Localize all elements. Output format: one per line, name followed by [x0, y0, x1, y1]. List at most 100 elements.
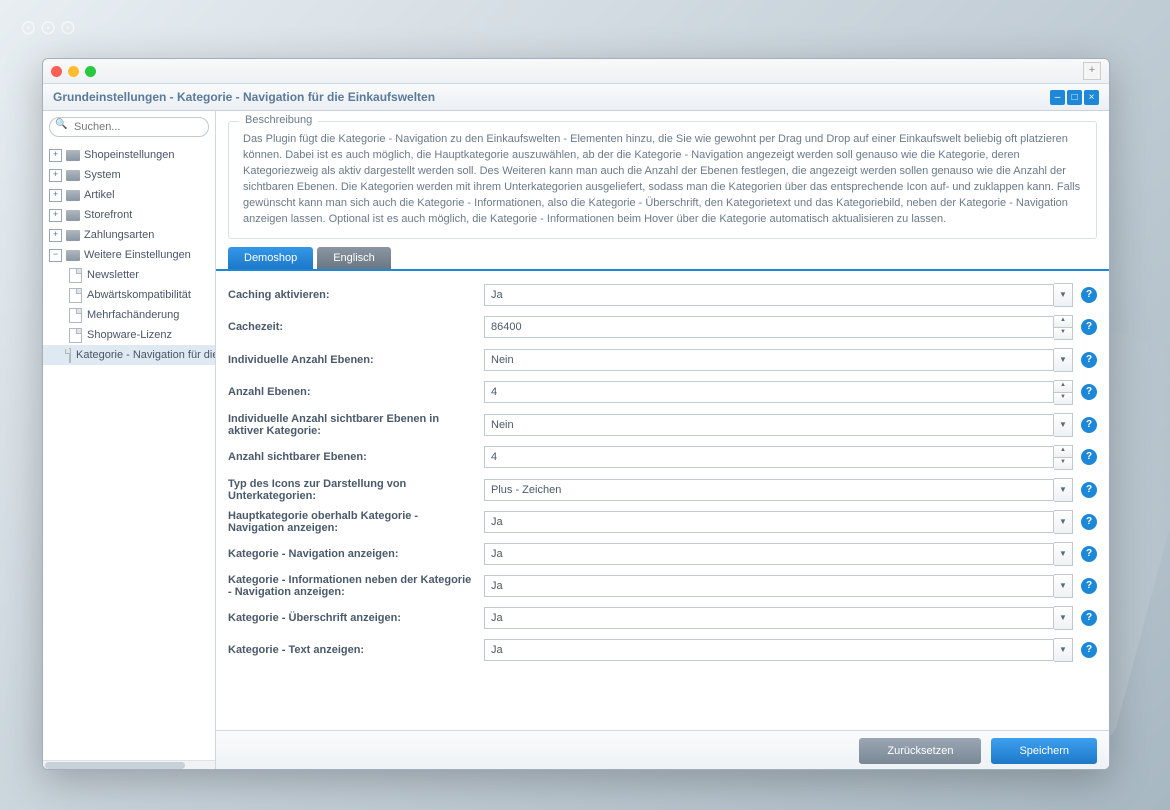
titlebar: +	[43, 59, 1109, 84]
window-title: Grundeinstellungen - Kategorie - Navigat…	[53, 90, 435, 104]
dropdown-trigger-icon[interactable]: ▼	[1054, 510, 1073, 534]
spinner-up-icon[interactable]: ▲	[1054, 445, 1073, 458]
folder-icon	[66, 250, 80, 261]
field-input[interactable]	[484, 349, 1054, 371]
help-icon[interactable]: ?	[1081, 642, 1097, 658]
window-minimize-icon[interactable]: –	[1050, 90, 1065, 105]
help-icon[interactable]: ?	[1081, 546, 1097, 562]
tab-demoshop[interactable]: Demoshop	[228, 247, 313, 269]
tree-label: Mehrfachänderung	[87, 309, 179, 321]
expander-icon[interactable]: +	[49, 189, 62, 202]
help-icon[interactable]: ?	[1081, 352, 1097, 368]
expander-icon[interactable]: +	[49, 149, 62, 162]
dropdown-trigger-icon[interactable]: ▼	[1054, 542, 1073, 566]
settings-form: Caching aktivieren: ▼?Cachezeit: ▲▼?Indi…	[216, 271, 1109, 730]
field-label: Anzahl sichtbarer Ebenen:	[228, 451, 484, 463]
help-icon[interactable]: ?	[1081, 287, 1097, 303]
dropdown-trigger-icon[interactable]: ▼	[1054, 574, 1073, 598]
field-input[interactable]	[484, 479, 1054, 501]
help-icon[interactable]: ?	[1081, 449, 1097, 465]
field-label: Kategorie - Navigation anzeigen:	[228, 548, 484, 560]
tree-label: Zahlungsarten	[84, 229, 154, 241]
folder-icon	[66, 150, 80, 161]
spinner-up-icon[interactable]: ▲	[1054, 315, 1073, 328]
field-label: Cachezeit:	[228, 321, 484, 333]
app-logo: ⊙⊙⊙	[20, 15, 79, 40]
add-tab-button[interactable]: +	[1083, 62, 1101, 80]
dropdown-trigger-icon[interactable]: ▼	[1054, 283, 1073, 307]
field-input[interactable]	[484, 316, 1054, 338]
tree-page[interactable]: Kategorie - Navigation für die E	[43, 345, 215, 365]
search-input[interactable]	[49, 117, 209, 137]
dropdown-trigger-icon[interactable]: ▼	[1054, 348, 1073, 372]
zoom-icon[interactable]	[85, 66, 96, 77]
spinner-down-icon[interactable]: ▼	[1054, 393, 1073, 405]
tree-page[interactable]: Abwärtskompatibilität	[43, 285, 215, 305]
spinner-down-icon[interactable]: ▼	[1054, 328, 1073, 340]
dropdown-trigger-icon[interactable]: ▼	[1054, 638, 1073, 662]
tree-label: Kategorie - Navigation für die E	[76, 349, 215, 361]
tree-folder[interactable]: − Weitere Einstellungen	[43, 245, 215, 265]
tree-label: Shopware-Lizenz	[87, 329, 172, 341]
field-input[interactable]	[484, 607, 1054, 629]
page-icon	[69, 328, 82, 343]
field-input[interactable]	[484, 511, 1054, 533]
settings-window: + Grundeinstellungen - Kategorie - Navig…	[42, 58, 1110, 770]
field-label: Kategorie - Text anzeigen:	[228, 644, 484, 656]
expander-icon[interactable]: +	[49, 209, 62, 222]
sidebar: +Shopeinstellungen+System+Artikel+Storef…	[43, 111, 216, 770]
close-icon[interactable]	[51, 66, 62, 77]
tree-label: Weitere Einstellungen	[84, 249, 191, 261]
help-icon[interactable]: ?	[1081, 578, 1097, 594]
help-icon[interactable]: ?	[1081, 319, 1097, 335]
tree-label: Storefront	[84, 209, 132, 221]
tree-folder[interactable]: + Artikel	[43, 185, 215, 205]
nav-tree: +Shopeinstellungen+System+Artikel+Storef…	[43, 143, 215, 367]
description-text: Das Plugin fügt die Kategorie - Navigati…	[243, 132, 1082, 228]
field-input[interactable]	[484, 543, 1054, 565]
minimize-icon[interactable]	[68, 66, 79, 77]
folder-icon	[66, 190, 80, 201]
dropdown-trigger-icon[interactable]: ▼	[1054, 413, 1073, 437]
horizontal-scrollbar[interactable]	[43, 760, 215, 770]
tree-label: Shopeinstellungen	[84, 149, 175, 161]
help-icon[interactable]: ?	[1081, 384, 1097, 400]
field-input[interactable]	[484, 575, 1054, 597]
dropdown-trigger-icon[interactable]: ▼	[1054, 478, 1073, 502]
save-button[interactable]: Speichern	[991, 738, 1097, 764]
page-icon	[69, 288, 82, 303]
field-label: Anzahl Ebenen:	[228, 386, 484, 398]
help-icon[interactable]: ?	[1081, 417, 1097, 433]
field-label: Individuelle Anzahl Ebenen:	[228, 354, 484, 366]
tree-folder[interactable]: + Storefront	[43, 205, 215, 225]
help-icon[interactable]: ?	[1081, 482, 1097, 498]
dropdown-trigger-icon[interactable]: ▼	[1054, 606, 1073, 630]
expander-icon[interactable]: +	[49, 169, 62, 182]
tree-page[interactable]: Mehrfachänderung	[43, 305, 215, 325]
field-input[interactable]	[484, 639, 1054, 661]
field-input[interactable]	[484, 284, 1054, 306]
spinner-up-icon[interactable]: ▲	[1054, 380, 1073, 393]
tree-folder[interactable]: +System	[43, 165, 215, 185]
tree-label: Newsletter	[87, 269, 139, 281]
expander-icon[interactable]: −	[49, 249, 62, 262]
expander-icon[interactable]: +	[49, 229, 62, 242]
tree-page[interactable]: Newsletter	[43, 265, 215, 285]
field-label: Kategorie - Überschrift anzeigen:	[228, 612, 484, 624]
tree-label: Artikel	[84, 189, 115, 201]
reset-button[interactable]: Zurücksetzen	[859, 738, 981, 764]
help-icon[interactable]: ?	[1081, 514, 1097, 530]
field-input[interactable]	[484, 381, 1054, 403]
window-maximize-icon[interactable]: □	[1067, 90, 1082, 105]
window-close-icon[interactable]: ×	[1084, 90, 1099, 105]
help-icon[interactable]: ?	[1081, 610, 1097, 626]
field-label: Individuelle Anzahl sichtbarer Ebenen in…	[228, 413, 484, 437]
field-input[interactable]	[484, 414, 1054, 436]
tree-page[interactable]: Shopware-Lizenz	[43, 325, 215, 345]
tree-folder[interactable]: + Shopeinstellungen	[43, 145, 215, 165]
tab-englisch[interactable]: Englisch	[317, 247, 391, 269]
spinner-down-icon[interactable]: ▼	[1054, 458, 1073, 470]
tree-folder[interactable]: + Zahlungsarten	[43, 225, 215, 245]
field-label: Caching aktivieren:	[228, 289, 484, 301]
field-input[interactable]	[484, 446, 1054, 468]
